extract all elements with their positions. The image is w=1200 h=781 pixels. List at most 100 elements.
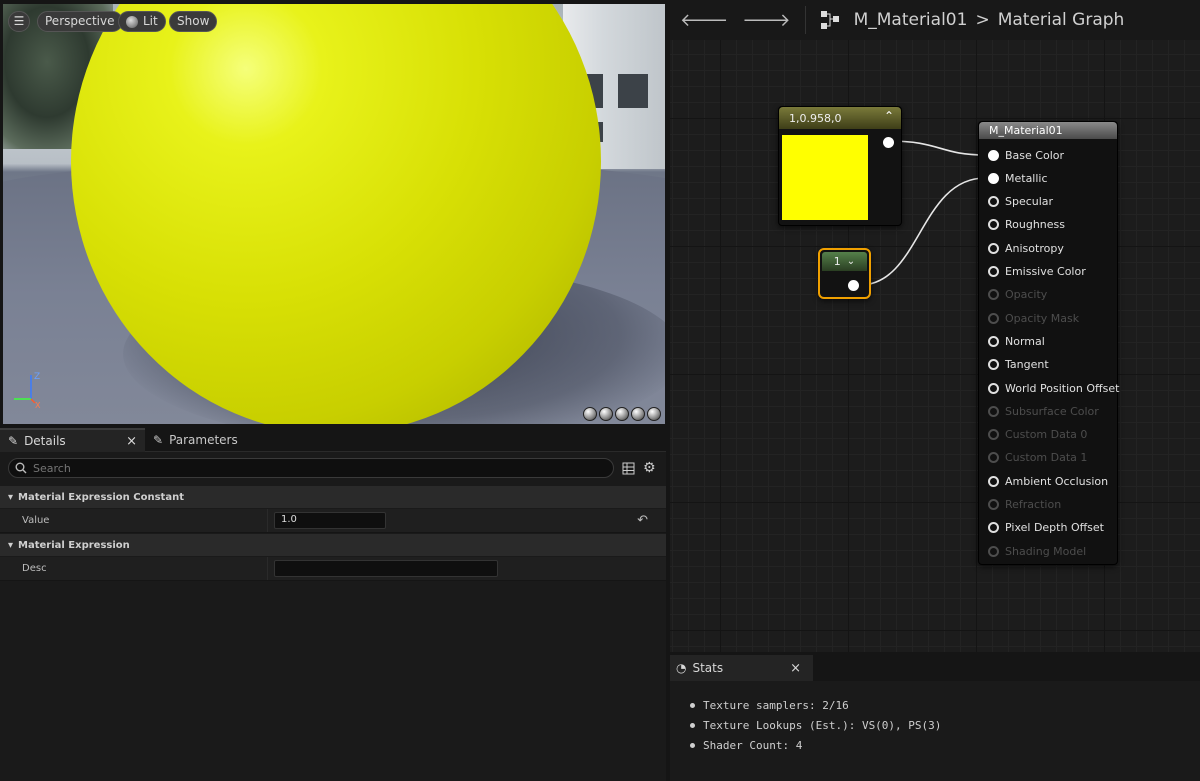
material-input-pixel-depth-offset[interactable]: Pixel Depth Offset [988, 520, 1104, 536]
perspective-label: Perspective [45, 14, 115, 28]
show-label: Show [177, 14, 210, 28]
input-pin-label: Tangent [1005, 358, 1049, 372]
search-input[interactable] [33, 461, 593, 475]
input-pin-icon[interactable] [988, 382, 999, 394]
reset-to-default-icon[interactable]: ↶ [637, 513, 648, 528]
chevron-down-icon: ▾ [8, 539, 14, 551]
constant-value: 1 [833, 255, 841, 268]
graph-icon [820, 11, 839, 29]
material-input-world-position-offset[interactable]: World Position Offset [988, 380, 1119, 396]
material-preview-viewport[interactable]: ☰ Perspective Lit Show Z X [3, 4, 665, 424]
stats-icon: ◔ [676, 661, 687, 675]
details-panel: ✎ Details × ✎ Parameters ⚙ ▾ Material Ex… [0, 428, 666, 781]
sphere-preview-icon[interactable] [599, 407, 613, 421]
plane-preview-icon[interactable] [615, 407, 629, 421]
teapot-preview-icon[interactable] [647, 407, 661, 421]
desc-field[interactable] [274, 560, 498, 577]
material-input-emissive-color[interactable]: Emissive Color [988, 264, 1086, 280]
input-pin-icon[interactable] [988, 242, 999, 254]
chevron-up-icon[interactable]: ⌃ [884, 109, 894, 123]
material-input-opacity-mask[interactable]: Opacity Mask [988, 310, 1079, 326]
input-pin-icon[interactable] [988, 522, 999, 534]
chevron-down-icon[interactable]: ⌄ [847, 256, 855, 267]
input-pin-icon[interactable] [988, 475, 999, 487]
input-pin-icon[interactable] [988, 266, 999, 277]
forward-arrow-icon[interactable]: 🡒 [742, 10, 790, 31]
pencil-icon: ✎ [8, 434, 19, 448]
stats-list: Texture samplers: 2/16 Texture Lookups (… [690, 695, 941, 755]
material-input-base-color[interactable]: Base Color [988, 147, 1064, 163]
search-row: ⚙ [8, 457, 658, 479]
material-input-tangent[interactable]: Tangent [988, 357, 1049, 373]
input-pin-label: World Position Offset [1005, 381, 1120, 395]
stat-line: Texture samplers: 2/16 [690, 695, 941, 715]
rgb-output-pin[interactable] [883, 137, 894, 148]
input-pin-icon[interactable] [988, 429, 999, 441]
back-arrow-icon[interactable]: 🡐 [680, 10, 728, 31]
stat-line: Shader Count: 4 [690, 735, 941, 755]
graph-header: 🡐 🡒 M_Material01 > Material Graph [670, 0, 1200, 40]
viewport-menu-button[interactable]: ☰ [8, 11, 30, 32]
input-pin-icon[interactable] [988, 149, 999, 161]
material-input-custom-data-0[interactable]: Custom Data 0 [988, 427, 1087, 443]
graph-wires [859, 140, 986, 286]
tab-stats[interactable]: ◔ Stats × [670, 655, 813, 681]
lit-label: Lit [143, 14, 158, 28]
material-input-subsurface-color[interactable]: Subsurface Color [988, 403, 1099, 419]
material-input-opacity[interactable]: Opacity [988, 287, 1047, 303]
constant3vector-node[interactable]: 1,0.958,0 ⌃ [778, 106, 902, 226]
input-pin-icon[interactable] [988, 172, 999, 184]
input-pin-label: Subsurface Color [1005, 404, 1099, 418]
material-input-anisotropy[interactable]: Anisotropy [988, 240, 1064, 256]
category-material-expression-constant[interactable]: ▾ Material Expression Constant [0, 486, 666, 508]
breadcrumb-graph[interactable]: Material Graph [998, 10, 1125, 30]
input-pin-icon[interactable] [988, 196, 999, 208]
material-result-node[interactable]: M_Material01 Base Color Metallic Specular R… [978, 121, 1119, 565]
constant-output-pin[interactable] [848, 280, 859, 291]
value-field[interactable]: 1.0 [274, 512, 386, 529]
input-pin-label: Custom Data 0 [1005, 428, 1088, 442]
lit-button[interactable]: Lit [118, 11, 166, 32]
close-icon[interactable]: × [790, 661, 801, 676]
material-input-specular[interactable]: Specular [988, 194, 1053, 210]
search-box[interactable] [8, 458, 614, 478]
material-input-normal[interactable]: Normal [988, 333, 1045, 349]
input-pin-label: Metallic [1005, 171, 1048, 185]
perspective-button[interactable]: Perspective [37, 11, 123, 32]
input-pin-icon[interactable] [988, 312, 999, 324]
input-pin-icon[interactable] [988, 499, 999, 510]
input-pin-icon[interactable] [988, 452, 999, 464]
input-pin-label: Ambient Occlusion [1005, 474, 1109, 488]
tab-parameters[interactable]: ✎ Parameters [145, 428, 246, 452]
breadcrumb-asset[interactable]: M_Material01 [854, 10, 968, 30]
material-input-ambient-occlusion[interactable]: Ambient Occlusion [988, 473, 1108, 489]
table-view-icon[interactable] [622, 462, 635, 475]
material-input-custom-data-1[interactable]: Custom Data 1 [988, 450, 1087, 466]
input-pin-icon[interactable] [988, 335, 999, 347]
input-pin-icon[interactable] [988, 219, 999, 231]
tab-details[interactable]: ✎ Details × [0, 428, 145, 452]
material-input-metallic[interactable]: Metallic [988, 170, 1048, 186]
material-input-shading-model[interactable]: Shading Model [988, 543, 1086, 559]
input-pin-icon[interactable] [988, 359, 999, 371]
cylinder-preview-icon[interactable] [583, 407, 597, 421]
search-icon [15, 462, 27, 474]
breadcrumb-separator: > [975, 10, 990, 30]
tab-stats-label: Stats [692, 661, 724, 675]
pencil-icon: ✎ [153, 433, 164, 447]
cube-preview-icon[interactable] [631, 407, 645, 421]
input-pin-icon[interactable] [988, 289, 999, 301]
constant-node[interactable]: 1 ⌄ [818, 248, 871, 299]
gear-icon[interactable]: ⚙ [643, 460, 656, 476]
category-material-expression[interactable]: ▾ Material Expression [0, 534, 666, 556]
show-button[interactable]: Show [169, 11, 218, 32]
input-pin-icon[interactable] [988, 405, 999, 417]
material-input-roughness[interactable]: Roughness [988, 217, 1065, 233]
input-pin-icon[interactable] [988, 545, 999, 557]
material-graph-canvas[interactable]: 🡐 🡒 M_Material01 > Material Graph 1,0.95… [670, 0, 1200, 652]
input-pin-label: Opacity Mask [1005, 311, 1080, 325]
details-tab-bar: ✎ Details × ✎ Parameters [0, 428, 666, 452]
material-input-refraction[interactable]: Refraction [988, 497, 1061, 513]
input-pin-label: Roughness [1005, 218, 1066, 232]
close-icon[interactable]: × [126, 434, 137, 449]
